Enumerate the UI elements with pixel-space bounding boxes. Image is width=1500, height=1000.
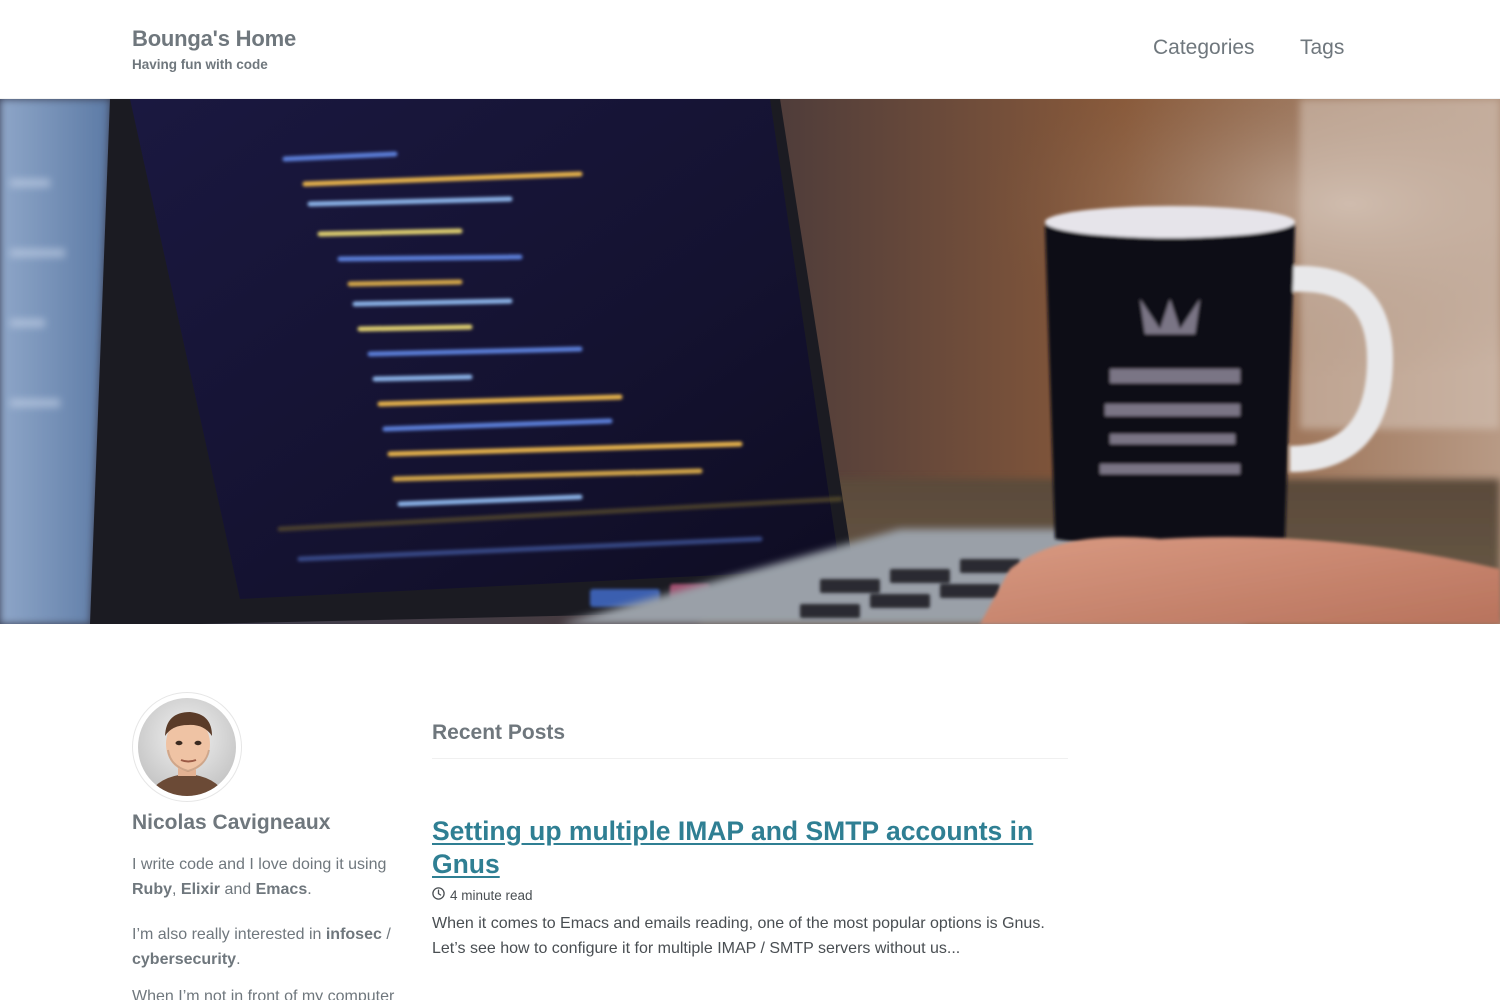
bio-text: I write code and I love doing it using (132, 856, 387, 873)
bio-text: and (220, 880, 256, 898)
bio-cybersecurity: cybersecurity (132, 950, 237, 968)
author-bio-paragraph-1: I write code and I love doing it using R… (132, 853, 422, 902)
post-title-link[interactable]: Setting up multiple IMAP and SMTP accoun… (432, 815, 1072, 881)
bio-elixir: Elixir (180, 880, 221, 898)
nav-categories-link[interactable]: Categories (1153, 36, 1255, 60)
bio-text: . (236, 950, 241, 968)
bio-infosec: infosec (325, 926, 382, 943)
bio-text: I’m also really interested in (132, 926, 326, 943)
author-name: Nicolas Cavigneaux (132, 811, 331, 834)
bio-text: , (172, 880, 181, 898)
author-avatar (132, 692, 242, 802)
recent-posts-heading: Recent Posts (432, 721, 566, 744)
post-read-time: 4 minute read (432, 887, 533, 903)
post-excerpt: When it comes to Emacs and emails readin… (432, 915, 1045, 957)
hero-image (0, 99, 1500, 624)
author-bio-paragraph-2: I’m also really interested in infosec / … (132, 923, 422, 972)
nav-tags-link[interactable]: Tags (1300, 36, 1344, 60)
read-time-label: 4 minute read (450, 887, 533, 903)
bio-ruby: Ruby (132, 880, 172, 898)
bio-text: / (381, 926, 391, 943)
site-subtitle: Having fun with code (132, 57, 268, 72)
clock-icon (432, 887, 445, 903)
recent-posts-divider (432, 758, 1068, 759)
author-bio-paragraph-3: When I’m not in front of my computer (132, 985, 422, 1000)
masthead: Bounga's Home Having fun with code Categ… (0, 0, 1500, 99)
bio-emacs: Emacs (255, 880, 308, 898)
site-title-link[interactable]: Bounga's Home (132, 26, 296, 52)
bio-text: When I’m not in front of my computer (132, 988, 395, 1000)
bio-text: . (307, 880, 312, 898)
